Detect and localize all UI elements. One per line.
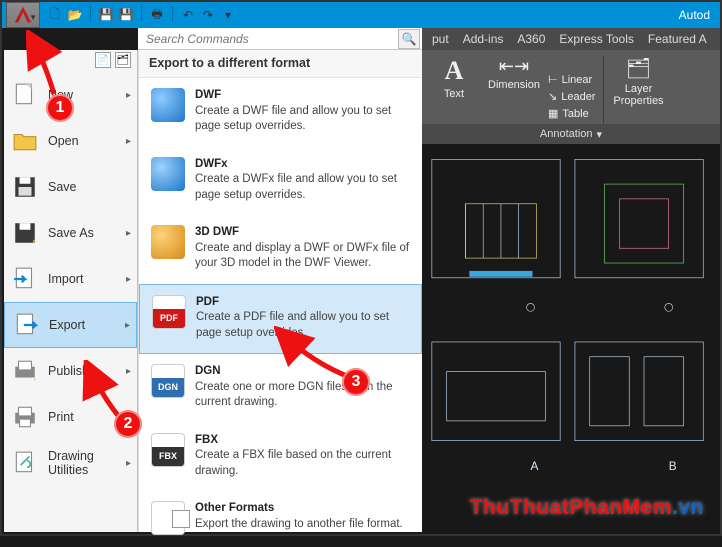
new-icon [12,82,38,108]
ribbon-tabs: put Add-ins A360 Express Tools Featured … [422,28,720,50]
app-menu-button[interactable]: ▼ [6,2,40,28]
save-as-icon [12,220,38,246]
export-header: Export to a different format [139,50,422,78]
menu-save-as[interactable]: Save As▸ [4,210,137,256]
ribbon-tab[interactable]: Express Tools [559,32,633,46]
menu-label: Import [48,272,83,286]
menu-save[interactable]: Save [4,164,137,210]
print-icon [12,404,38,430]
export-dwf[interactable]: DWFCreate a DWF file and allow you to se… [139,78,422,147]
menu-label: Drawing Utilities [48,449,129,477]
table-button[interactable]: ▦Table [548,107,595,120]
search-icon[interactable]: 🔍 [398,29,420,49]
save-icon [12,174,38,200]
qat-undo-icon[interactable]: ↶ [179,6,197,24]
dwfx-icon [151,157,185,191]
annotation-step-1: 1 [46,94,74,122]
separator [141,6,142,22]
export-submenu: Export to a different format DWFCreate a… [138,50,422,532]
export-pdf[interactable]: PDFCreate a PDF file and allow you to se… [139,284,422,355]
ribbon-group-label: Annotation▾ [422,124,720,144]
export-fbx[interactable]: FBXCreate a FBX file based on the curren… [139,423,422,492]
watermark: ThuThuatPhanMem.vn [470,496,704,520]
ribbon-tab[interactable]: Add-ins [463,32,504,46]
ribbon-tab[interactable]: Featured A [648,32,707,46]
ribbon-tab[interactable]: put [432,32,449,46]
text-button[interactable]: A Text [432,56,476,100]
menu-publish[interactable]: Publish▸ [4,348,137,394]
app-menu: 📄 🗂 New▸ Open▸ Save Save As▸ Import▸ Exp… [4,50,138,532]
menu-open[interactable]: Open▸ [4,118,137,164]
menu-label: Print [48,410,74,424]
qat-redo-icon[interactable]: ↷ [199,6,217,24]
linear-icon: ⊢ [548,73,558,86]
layer-properties-button[interactable]: 🗂 Layer Properties [616,56,660,107]
section-label: B [669,459,677,473]
separator [90,6,91,22]
menu-label: Export [49,318,85,332]
table-icon: ▦ [548,107,558,120]
quick-access-toolbar: 🗋 📂 💾 💾 🖶 ↶ ↷ ▾ [46,6,237,24]
leader-icon: ↘ [548,90,557,103]
leader-button[interactable]: ↘Leader [548,90,595,103]
dropdown-caret-icon: ▼ [29,13,37,22]
pdf-icon [152,295,186,329]
menu-label: Save As [48,226,94,240]
3ddwf-icon [151,225,185,259]
dimension-icon: ⇤⇥ [499,56,529,77]
export-other[interactable]: Other FormatsExport the drawing to anoth… [139,491,422,547]
menu-label: Save [48,180,77,194]
annotation-step-2: 2 [114,410,142,438]
app-name: Autod [679,8,716,22]
menu-label: Publish [48,364,89,378]
fbx-icon [151,433,185,467]
chevron-down-icon[interactable]: ▾ [597,128,603,141]
utilities-icon [12,450,38,476]
title-bar: ▼ 🗋 📂 💾 💾 🖶 ↶ ↷ ▾ Autod [2,2,720,28]
export-3ddwf[interactable]: 3D DWFCreate and display a DWF or DWFx f… [139,215,422,284]
open-icon [12,128,38,154]
qat-save-icon[interactable]: 💾 [97,6,115,24]
annotation-step-3: 3 [342,368,370,396]
export-dgn[interactable]: DGNCreate one or more DGN files from the… [139,354,422,423]
section-label: A [531,459,539,473]
ribbon-tab[interactable]: A360 [517,32,545,46]
qat-print-icon[interactable]: 🖶 [148,6,166,24]
publish-icon [12,358,38,384]
dwf-icon [151,88,185,122]
menu-import[interactable]: Import▸ [4,256,137,302]
menu-export[interactable]: Export▸ [4,302,137,348]
other-formats-icon [151,501,185,535]
linear-button[interactable]: ⊢Linear [548,73,595,86]
layers-icon: 🗂 [626,56,651,81]
qat-saveas-icon[interactable]: 💾 [117,6,135,24]
recent-docs-icon[interactable]: 📄 [95,52,111,68]
separator [172,6,173,22]
menu-label: Open [48,134,79,148]
menu-drawing-utilities[interactable]: Drawing Utilities▸ [4,440,137,486]
qat-new-icon[interactable]: 🗋 [46,6,64,24]
import-icon [12,266,38,292]
open-docs-icon[interactable]: 🗂 [115,52,131,68]
dimension-button[interactable]: ⇤⇥ Dimension [492,56,536,91]
qat-more-icon[interactable]: ▾ [219,6,237,24]
search-commands: 🔍 [138,28,422,50]
search-input[interactable] [138,32,398,46]
drawing-canvas[interactable]: A B [422,144,720,534]
qat-open-icon[interactable]: 📂 [66,6,84,24]
dgn-icon [151,364,185,398]
export-icon [13,312,39,338]
export-dwfx[interactable]: DWFxCreate a DWFx file and allow you to … [139,147,422,216]
